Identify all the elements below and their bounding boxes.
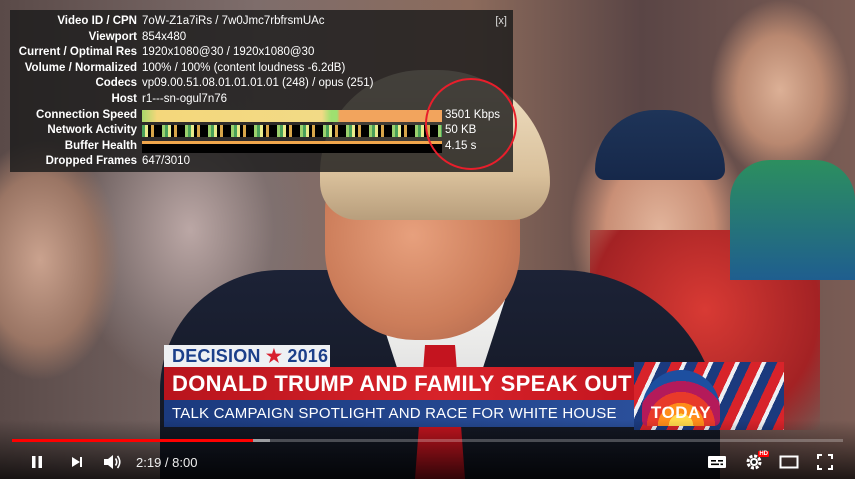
- stats-key: Video ID / CPN: [57, 15, 137, 27]
- next-button[interactable]: [66, 451, 88, 473]
- next-icon: [72, 457, 82, 467]
- pause-button[interactable]: [26, 451, 48, 473]
- stats-key: Network Activity: [47, 124, 137, 137]
- player-controls: 2:19 / 8:00 HD: [0, 447, 855, 477]
- stats-key: Host: [111, 92, 137, 105]
- stats-value: 1920x1080@30 / 1920x1080@30: [142, 46, 315, 59]
- crowd-background: [730, 160, 855, 280]
- theater-mode-icon: [779, 455, 799, 469]
- tag-year: 2016: [287, 346, 329, 366]
- settings-button[interactable]: HD: [742, 451, 769, 473]
- annotation-circle: [425, 78, 517, 170]
- stats-close-button[interactable]: [x]: [495, 14, 507, 30]
- volume-button[interactable]: [100, 451, 124, 473]
- stats-value: 100% / 100% (content loudness -6.2dB): [142, 61, 346, 74]
- network-activity-graph: [142, 125, 442, 138]
- subtitles-icon: [708, 456, 726, 468]
- stats-row-viewport: Viewport 854x480: [10, 30, 513, 46]
- fullscreen-button[interactable]: [814, 451, 836, 473]
- stats-key: Current / Optimal Res: [18, 46, 137, 59]
- connection-speed-graph: [142, 109, 442, 122]
- lower-third-tag: DECISION ★ 2016: [164, 345, 330, 367]
- stats-row-dropped-frames: Dropped Frames 647/3010: [10, 154, 513, 170]
- tag-prefix: DECISION: [172, 346, 261, 366]
- theater-mode-button[interactable]: [778, 451, 800, 473]
- hd-badge: HD: [758, 451, 769, 457]
- stats-value: 854x480: [142, 30, 187, 43]
- subtitles-button[interactable]: [706, 451, 728, 473]
- stats-row-codecs: Codecs vp09.00.51.08.01.01.01.01 (248) /…: [10, 76, 513, 92]
- lower-third-headline: DONALD TRUMP AND FAMILY SPEAK OUT: [164, 367, 634, 400]
- fullscreen-icon: [817, 454, 833, 470]
- buffer-health-graph: [142, 140, 442, 153]
- volume-icon: [104, 455, 121, 469]
- stats-value: 7oW-Z1a7iRs / 7w0Jmc7rbfrsmUAc: [142, 15, 325, 27]
- stats-value: vp09.00.51.08.01.01.01.01 (248) / opus (…: [142, 77, 374, 90]
- stats-row-video-id: Video ID / CPN 7oW-Z1a7iRs / 7w0Jmc7rbfr…: [10, 14, 513, 30]
- stats-key: Buffer Health: [64, 139, 137, 152]
- stats-value: r1---sn-ogul7n76: [142, 92, 228, 105]
- stats-key: Volume / Normalized: [24, 61, 137, 74]
- stats-row-resolution: Current / Optimal Res 1920x1080@30 / 192…: [10, 45, 513, 61]
- progress-bar[interactable]: [12, 439, 843, 442]
- stats-key: Connection Speed: [36, 108, 137, 121]
- stats-row-volume: Volume / Normalized 100% / 100% (content…: [10, 61, 513, 77]
- crowd-background: [595, 110, 725, 180]
- stats-key: Viewport: [88, 30, 137, 43]
- stats-key: Codecs: [95, 77, 137, 90]
- star-icon: ★: [265, 346, 283, 366]
- stats-value: 647/3010: [142, 155, 190, 168]
- time-display: 2:19 / 8:00: [136, 455, 198, 470]
- progress-played: [12, 439, 253, 442]
- pause-icon: [32, 456, 42, 468]
- stats-key: Dropped Frames: [45, 155, 137, 168]
